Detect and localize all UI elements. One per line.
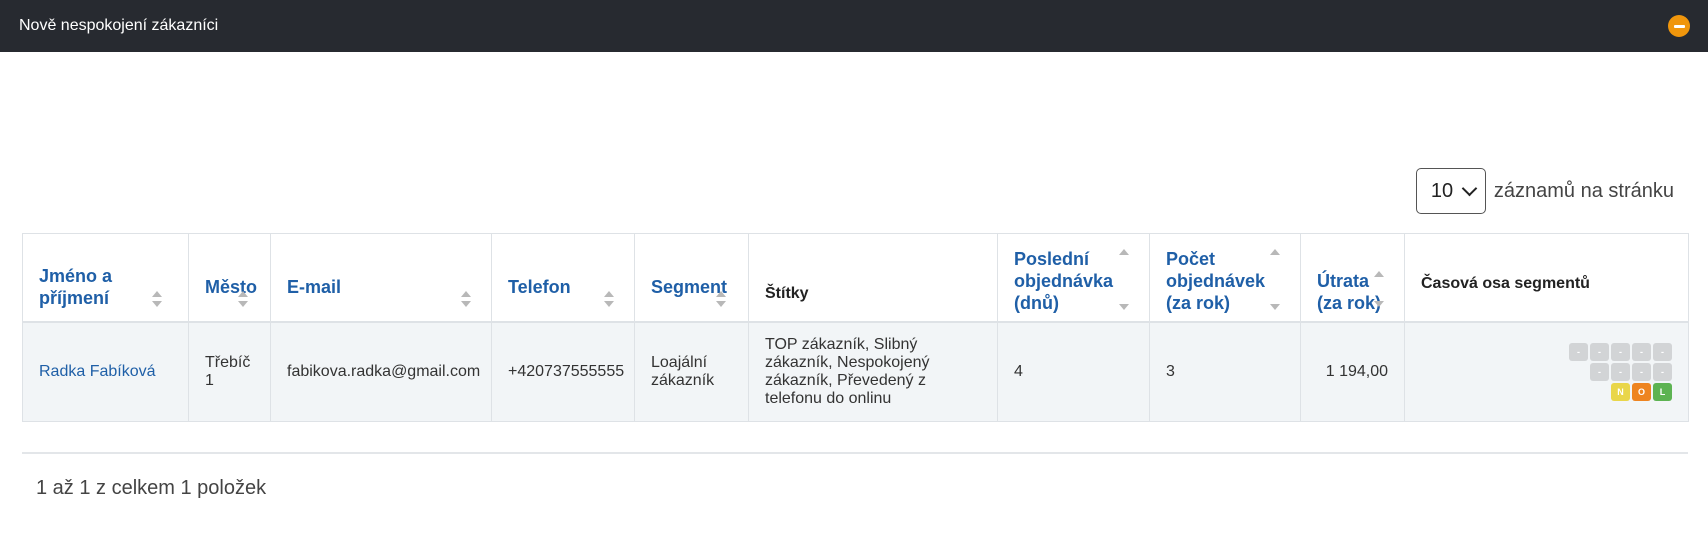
timeline-chip: - [1590,362,1609,381]
collapse-button[interactable] [1668,15,1690,37]
chevron-down-icon [1461,180,1478,197]
column-header-tags: Štítky [748,233,998,323]
sort-arrows-icon [604,291,614,307]
timeline-chip: - [1611,342,1630,361]
sort-arrows-icon [1119,249,1129,319]
page-size-value: 10 [1430,179,1454,202]
column-header-name[interactable]: Jméno a příjmení [22,233,189,323]
timeline-chip: - [1590,342,1609,361]
sort-arrows-icon [1270,249,1280,319]
segment-timeline-cell: - - - - - - - - - N O L [1404,321,1689,422]
column-header-timeline: Časová osa segmentů [1404,233,1689,323]
column-header-spend[interactable]: Útrata (za rok) [1300,233,1405,323]
customer-name-link[interactable]: Radka Fabíková [22,321,189,422]
sort-arrows-icon [238,291,248,307]
timeline-row: N O L [1611,382,1672,401]
timeline-chip: - [1653,362,1672,381]
spend-cell: 1 194,00 [1300,321,1405,422]
column-header-segment[interactable]: Segment [634,233,749,323]
timeline-chip: - [1632,342,1651,361]
page-size-label: záznamů na stránku [1493,179,1674,202]
column-header-phone[interactable]: Telefon [491,233,635,323]
minus-icon [1673,24,1685,28]
table-row[interactable]: Radka Fabíková Třebíč 1 fabikova.radka@g… [22,321,1689,422]
table-header-row: Jméno a příjmení Město E-mail Telefon Se… [22,233,1689,323]
column-header-email[interactable]: E-mail [270,233,492,323]
table-divider [22,452,1688,454]
timeline-chip-o: O [1632,382,1651,401]
segment-cell: Loajální zákazník [634,321,749,422]
phone-cell: +420737555555 [491,321,635,422]
column-header-city[interactable]: Město [188,233,271,323]
timeline-chip: - [1611,362,1630,381]
tags-cell: TOP zákazník, Slibný zákazník, Nespokoje… [748,321,998,422]
city-cell: Třebíč 1 [188,321,271,422]
segment-timeline: - - - - - - - - - N O L [1421,342,1672,401]
column-header-order-count[interactable]: Počet objednávek (za rok) [1149,233,1301,323]
last-order-cell: 4 [997,321,1150,422]
sort-arrows-icon [461,291,471,307]
sort-arrows-icon [1374,271,1384,341]
panel-title: Nově nespokojení zákazníci [19,17,219,34]
email-cell: fabikova.radka@gmail.com [270,321,492,422]
timeline-row: - - - - - [1569,342,1672,361]
sort-arrows-icon [716,291,726,307]
page-size-select[interactable]: 10 [1415,168,1486,214]
column-header-last-order[interactable]: Poslední objednávka (dnů) [997,233,1150,323]
sort-arrows-icon [152,291,162,307]
timeline-chip-l: L [1653,382,1672,401]
timeline-chip-n: N [1611,382,1630,401]
order-count-cell: 3 [1149,321,1301,422]
timeline-chip: - [1653,342,1672,361]
timeline-chip: - [1632,362,1651,381]
panel-header: Nově nespokojení zákazníci [0,0,1708,52]
page-size-control: 10 záznamů na stránku [1415,168,1674,214]
timeline-chip: - [1569,342,1588,361]
customers-table: Jméno a příjmení Město E-mail Telefon Se… [22,233,1689,422]
pagination-summary: 1 až 1 z celkem 1 položek [36,477,267,499]
timeline-row: - - - - [1590,362,1672,381]
